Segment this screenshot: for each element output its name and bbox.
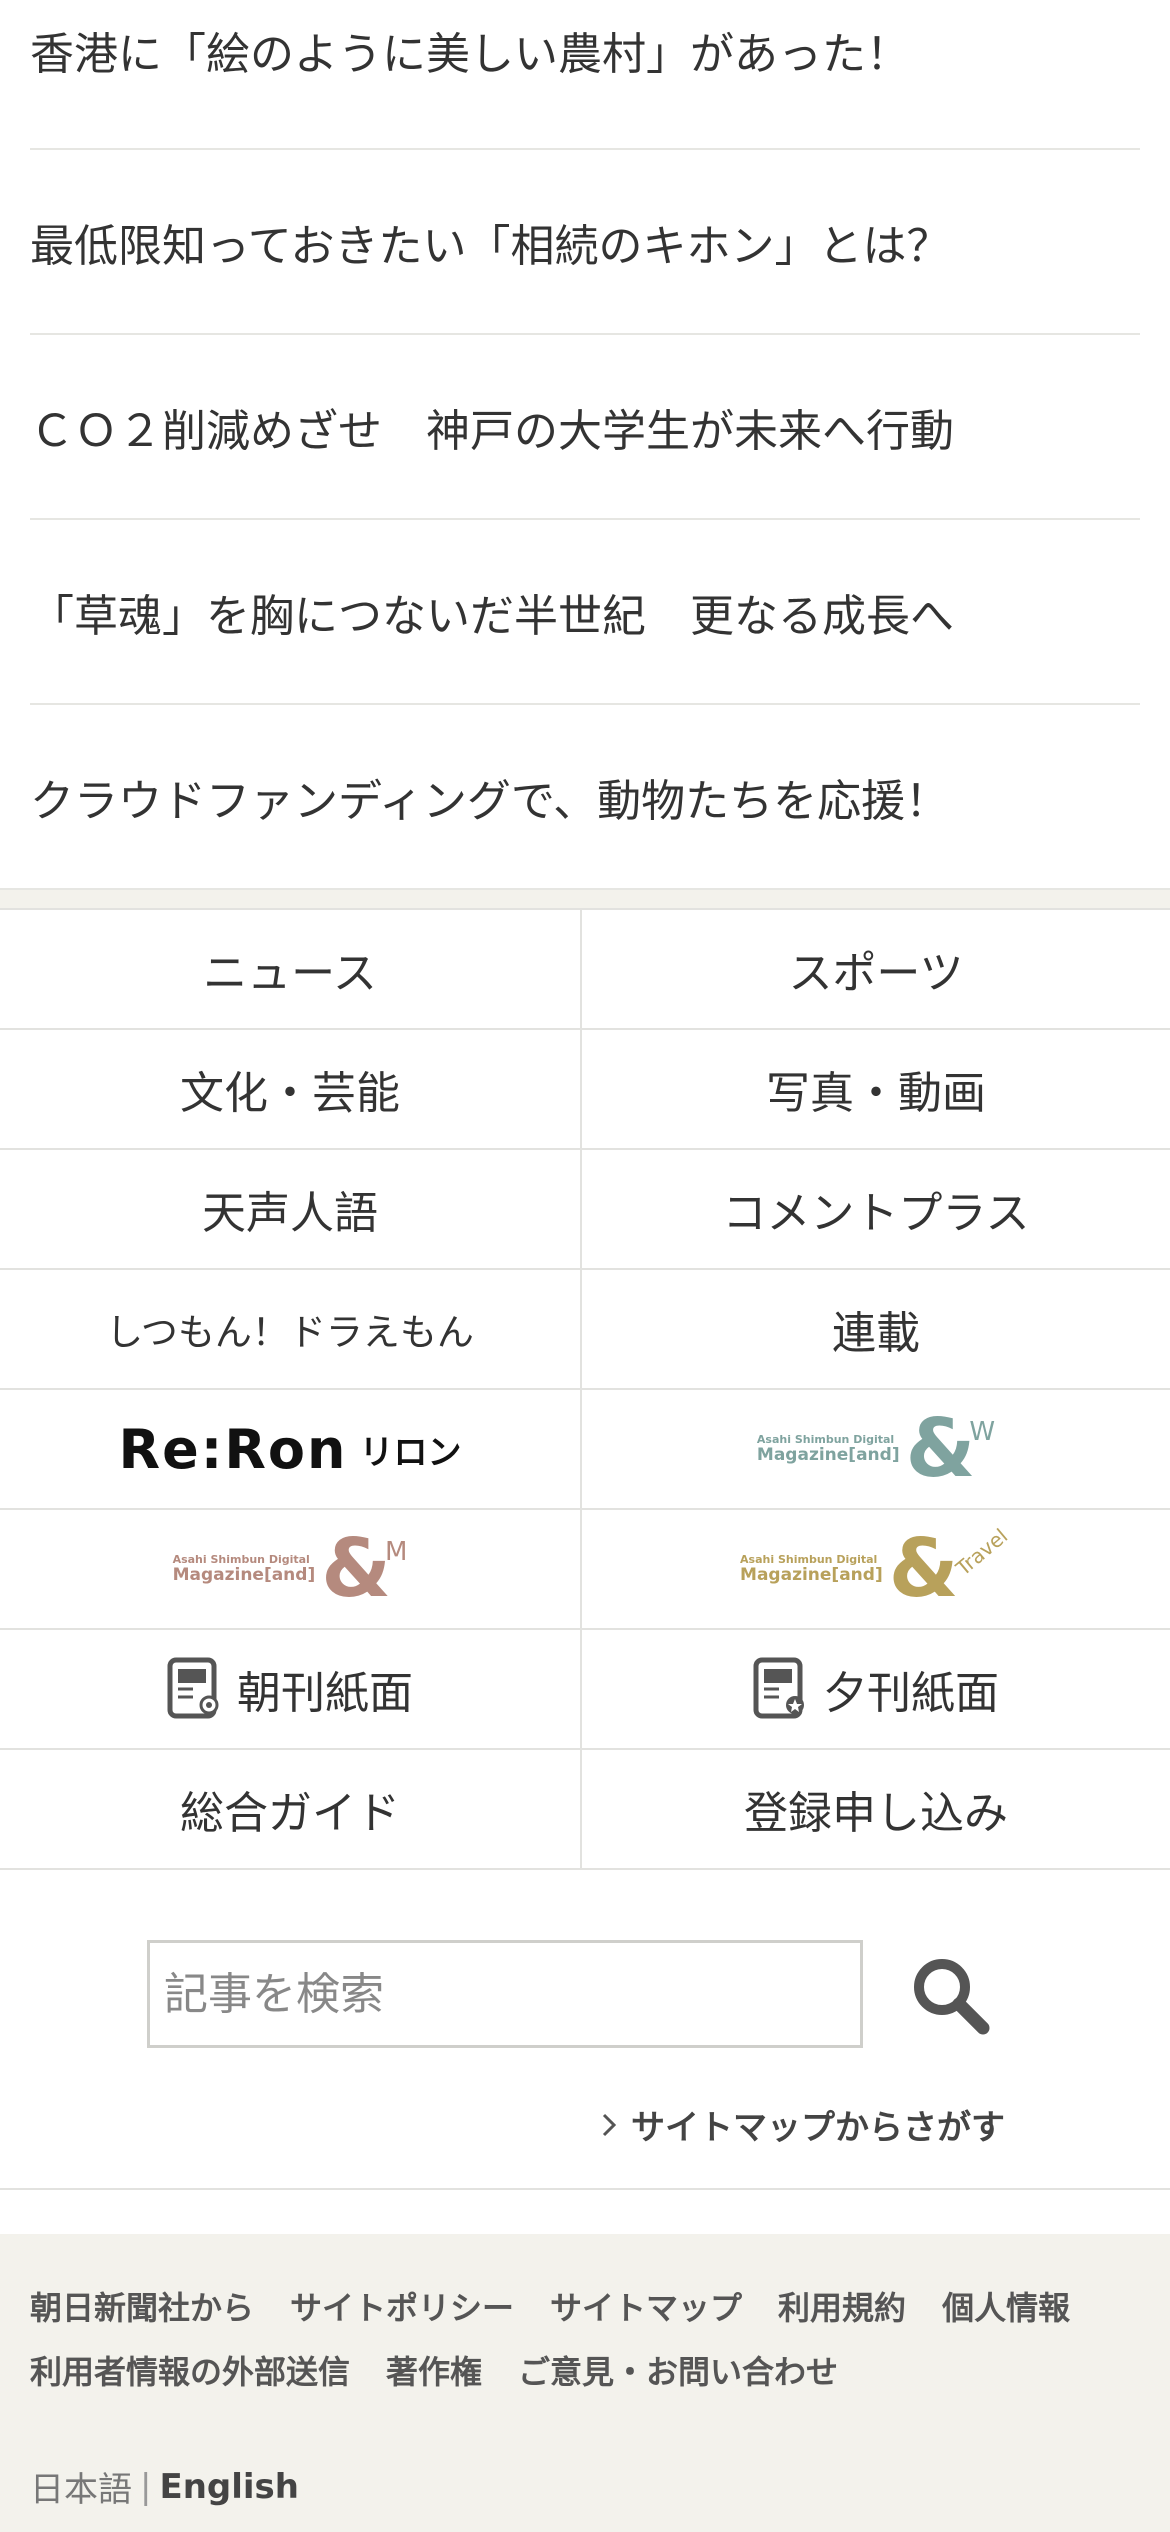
and-m-logo: Asahi Shimbun Digital Magazine[and] & M — [173, 1529, 408, 1609]
section-divider — [0, 888, 1170, 908]
menu-serial[interactable]: 連載 — [582, 1270, 1170, 1390]
article-link[interactable]: ＣＯ２削減めざせ 神戸の大学生が未来へ行動 — [30, 335, 1140, 520]
footer-spacer — [0, 2190, 1170, 2234]
footer-link-terms[interactable]: 利用規約 — [778, 2282, 906, 2334]
footer-links: 朝日新聞社から サイトポリシー サイトマップ 利用規約 個人情報 利用者情報の外… — [30, 2282, 1130, 2398]
menu-doraemon[interactable]: しつもん！ドラえもん — [0, 1270, 582, 1390]
footer-link-sitemap[interactable]: サイトマップ — [550, 2282, 742, 2334]
menu-reron[interactable]: Re:Ron リロン — [0, 1390, 582, 1510]
mag-suffix: Travel — [951, 1523, 1013, 1581]
search-icon — [914, 1959, 990, 2035]
article-link[interactable]: 「草魂」を胸につないだ半世紀 更なる成長へ — [30, 520, 1140, 705]
mag-label-bottom: Magazine[and] — [172, 1564, 316, 1585]
footer: 朝日新聞社から サイトポリシー サイトマップ 利用規約 個人情報 利用者情報の外… — [0, 2234, 1170, 2532]
ampersand-mark: & — [905, 1402, 976, 1495]
menu-and-m[interactable]: Asahi Shimbun Digital Magazine[and] & M — [0, 1510, 582, 1630]
menu-evening-paper[interactable]: 夕刊紙面 — [582, 1630, 1170, 1750]
menu-comment-plus[interactable]: コメントプラス — [582, 1150, 1170, 1270]
article-title: 香港に「絵のように美しい農村」があった！ — [30, 29, 910, 80]
article-title: ＣＯ２削減めざせ 神戸の大学生が未来へ行動 — [30, 405, 954, 457]
mag-suffix: M — [385, 1537, 408, 1567]
lang-japanese[interactable]: 日本語 — [30, 2462, 132, 2511]
and-w-logo: Asahi Shimbun Digital Magazine[and] & W — [757, 1409, 995, 1489]
mag-label-top: Asahi Shimbun Digital — [756, 1432, 895, 1446]
search-input[interactable] — [147, 1940, 863, 2048]
language-switcher: 日本語 | English — [30, 2462, 299, 2511]
footer-link-site-policy[interactable]: サイトポリシー — [290, 2282, 514, 2334]
sitemap-search-link[interactable]: サイトマップからさがす — [601, 2100, 1005, 2149]
morning-paper-icon — [167, 1657, 219, 1719]
ampersand-mark: & — [321, 1522, 391, 1615]
footer-link-privacy[interactable]: 個人情報 — [942, 2282, 1070, 2334]
menu-news[interactable]: ニュース — [0, 910, 582, 1030]
menu-culture[interactable]: 文化・芸能 — [0, 1030, 582, 1150]
lang-english[interactable]: English — [159, 2467, 299, 2507]
footer-link-copyright[interactable]: 著作権 — [386, 2346, 482, 2398]
mag-label-bottom: Magazine[and] — [756, 1444, 900, 1465]
article-title: 最低限知っておきたい「相続のキホン」とは？ — [30, 220, 951, 272]
menu-photo-video[interactable]: 写真・動画 — [582, 1030, 1170, 1150]
reron-logo-sub: リロン — [359, 1432, 462, 1473]
evening-paper-icon — [753, 1657, 804, 1719]
article-link[interactable]: クラウドファンディングで、動物たちを応援！ — [30, 705, 1140, 888]
menu-and-w[interactable]: Asahi Shimbun Digital Magazine[and] & W — [582, 1390, 1170, 1510]
menu-evening-paper-label: 夕刊紙面 — [823, 1668, 999, 1719]
ampersand-mark: & — [888, 1522, 959, 1615]
menu-guide[interactable]: 総合ガイド — [0, 1750, 582, 1870]
and-travel-logo: Asahi Shimbun Digital Magazine[and] & Tr… — [740, 1522, 1013, 1615]
menu-and-travel[interactable]: Asahi Shimbun Digital Magazine[and] & Tr… — [582, 1510, 1170, 1630]
footer-link-about[interactable]: 朝日新聞社から — [30, 2282, 254, 2334]
menu-tensei-jingo[interactable]: 天声人語 — [0, 1150, 582, 1270]
article-link[interactable]: 香港に「絵のように美しい農村」があった！ — [30, 0, 1140, 150]
sitemap-search-label: サイトマップからさがす — [631, 2108, 1005, 2148]
article-title: 「草魂」を胸につないだ半世紀 更なる成長へ — [30, 590, 954, 642]
mag-suffix: W — [969, 1417, 996, 1447]
footer-link-external-transmission[interactable]: 利用者情報の外部送信 — [30, 2346, 350, 2398]
reron-logo: Re:Ron リロン — [119, 1418, 462, 1481]
article-link[interactable]: 最低限知っておきたい「相続のキホン」とは？ — [30, 150, 1140, 335]
mag-label-top: Asahi Shimbun Digital — [172, 1552, 310, 1566]
category-menu: ニュース スポーツ 文化・芸能 写真・動画 天声人語 コメントプラス しつもん！… — [0, 908, 1170, 1870]
article-title: クラウドファンディングで、動物たちを応援！ — [30, 775, 950, 827]
search-section: サイトマップからさがす — [0, 1870, 1170, 2190]
menu-sports[interactable]: スポーツ — [582, 910, 1170, 1030]
lang-separator: | — [140, 2466, 152, 2507]
search-button[interactable] — [905, 1950, 995, 2040]
reron-logo-text: Re:Ron — [118, 1417, 348, 1481]
footer-link-contact[interactable]: ご意見・お問い合わせ — [518, 2346, 838, 2398]
menu-morning-paper[interactable]: 朝刊紙面 — [0, 1630, 582, 1750]
menu-register[interactable]: 登録申し込み — [582, 1750, 1170, 1870]
article-list: 香港に「絵のように美しい農村」があった！ 最低限知っておきたい「相続のキホン」と… — [0, 0, 1170, 888]
mag-label-bottom: Magazine[and] — [740, 1564, 883, 1585]
mag-label-top: Asahi Shimbun Digital — [740, 1552, 878, 1566]
chevron-right-icon — [602, 2113, 617, 2136]
menu-morning-paper-label: 朝刊紙面 — [237, 1668, 413, 1719]
